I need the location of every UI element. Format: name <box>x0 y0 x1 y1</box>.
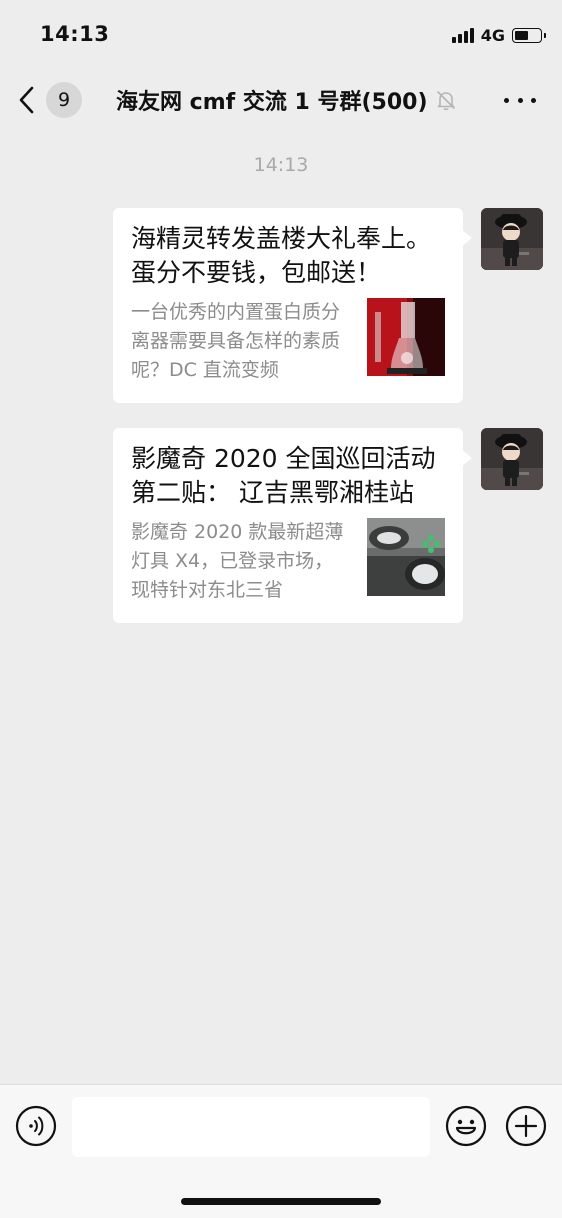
dot-icon <box>504 97 509 103</box>
chat-timestamp: 14:13 <box>253 154 309 176</box>
chevron-left-icon <box>18 82 40 118</box>
voice-icon <box>15 1105 57 1147</box>
link-card-description: 一台优秀的内置蛋白质分离器需要具备怎样的素质呢？DC 直流变频 <box>131 301 341 381</box>
led-light-thumbnail <box>367 518 445 596</box>
dot-icon <box>517 97 523 103</box>
dot-icon <box>531 97 536 103</box>
link-card-body: 一台优秀的内置蛋白质分离器需要具备怎样的素质呢？DC 直流变频 <box>131 298 445 382</box>
nav-bar: 9 海友网 cmf 交流 1 号群(500) <box>0 70 562 130</box>
avatar[interactable] <box>481 208 543 270</box>
link-card[interactable]: 影魔奇 2020 全国巡回活动第二贴： 辽吉黑鄂湘桂站 影魔奇 2020 款最新… <box>113 428 472 623</box>
link-card-title: 影魔奇 2020 全国巡回活动第二贴： 辽吉黑鄂湘桂站 <box>131 444 436 507</box>
protein-skimmer-thumbnail <box>367 298 445 376</box>
network-type: 4G <box>480 25 505 45</box>
link-card-title: 海精灵转发盖楼大礼奉上。蛋分不要钱，包邮送！ <box>131 224 432 287</box>
link-card[interactable]: 海精灵转发盖楼大礼奉上。蛋分不要钱，包邮送！ 一台优秀的内置蛋白质分离器需要具备… <box>113 208 472 403</box>
mute-bell-icon <box>434 88 458 112</box>
voice-input-button[interactable] <box>15 1105 57 1147</box>
plus-icon <box>505 1105 547 1147</box>
link-card-body: 影魔奇 2020 款最新超薄灯具 X4，已登录市场，现特针对东北三省 <box>131 518 445 602</box>
emoji-button[interactable] <box>445 1105 487 1147</box>
chat-title-area[interactable]: 海友网 cmf 交流 1 号群(500) <box>116 84 458 116</box>
status-bar: 14:13 4G <box>0 0 562 70</box>
message-input[interactable] <box>72 1097 430 1157</box>
chat-title: 海友网 cmf 交流 1 号群(500) <box>116 90 428 115</box>
home-indicator[interactable] <box>181 1198 381 1205</box>
more-options-button[interactable] <box>504 88 536 112</box>
signal-icon <box>451 27 474 43</box>
more-functions-button[interactable] <box>505 1105 547 1147</box>
battery-icon <box>512 27 546 43</box>
link-card-description: 影魔奇 2020 款最新超薄灯具 X4，已登录市场，现特针对东北三省 <box>131 521 344 601</box>
avatar[interactable] <box>481 428 543 490</box>
status-time: 14:13 <box>40 22 110 46</box>
smiley-icon <box>445 1105 487 1147</box>
unread-count-badge: 9 <box>46 82 82 118</box>
status-indicators: 4G <box>451 24 546 46</box>
back-button[interactable]: 9 <box>18 80 88 120</box>
